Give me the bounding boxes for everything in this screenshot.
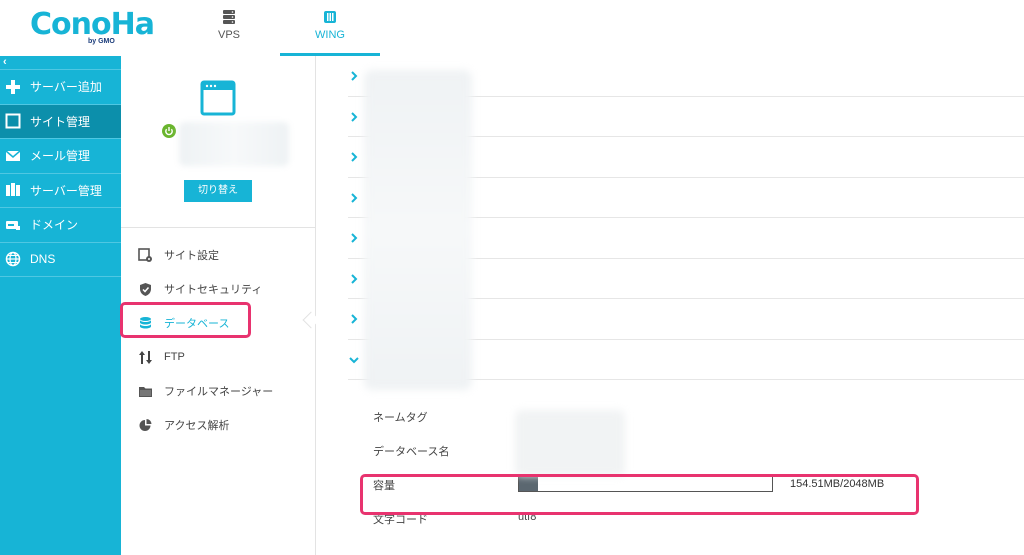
sidebar-collapse-button[interactable]: ‹ xyxy=(0,56,121,70)
chevron-right-icon xyxy=(351,152,358,162)
ftp-arrows-icon xyxy=(139,350,152,364)
chevron-right-icon xyxy=(351,71,358,81)
sidebar-item-server-management[interactable]: サーバー管理 xyxy=(0,174,121,208)
site-window-icon xyxy=(200,80,236,116)
pie-chart-icon xyxy=(139,418,152,431)
sidebar-item-dns[interactable]: DNS xyxy=(0,243,121,277)
server-manage-icon xyxy=(6,183,20,197)
menu-item-label: サイト設定 xyxy=(164,250,219,262)
wing-server-icon xyxy=(324,11,336,23)
menu-item-label: FTP xyxy=(164,351,185,363)
detail-row-db-name: データベース名 xyxy=(348,428,1024,462)
sidebar-item-label: DNS xyxy=(30,252,56,267)
sidebar-item-domain[interactable]: ドメイン xyxy=(0,208,121,243)
menu-item-label: サイトセキュリティ xyxy=(164,284,263,296)
site-card: 切り替え xyxy=(121,56,315,228)
sidebar-item-label: サーバー追加 xyxy=(30,80,102,95)
highlight-database-menu xyxy=(120,302,251,338)
chevron-right-icon xyxy=(351,233,358,243)
site-settings-icon xyxy=(138,247,152,262)
menu-item-file-manager[interactable]: ファイルマネージャー xyxy=(121,374,315,408)
globe-icon xyxy=(5,252,21,267)
sidebar-item-label: サイト管理 xyxy=(30,114,91,129)
logo-sub: by GMO xyxy=(88,38,115,45)
tab-vps[interactable]: VPS xyxy=(179,0,279,56)
plus-icon xyxy=(6,79,20,94)
sidebar-item-label: メール管理 xyxy=(30,149,91,164)
sidebar-item-add-server[interactable]: サーバー追加 xyxy=(0,70,121,105)
menu-item-access-analytics[interactable]: アクセス解析 xyxy=(121,408,315,442)
sidebar-item-label: ドメイン xyxy=(30,218,79,233)
chevron-down-icon xyxy=(349,356,359,363)
folder-icon xyxy=(139,386,152,397)
detail-row-name-tag: ネームタグ xyxy=(348,394,1024,428)
mail-icon xyxy=(5,150,21,161)
menu-item-label: ファイルマネージャー xyxy=(164,386,274,398)
chevron-right-icon xyxy=(351,314,358,324)
chevron-right-icon xyxy=(351,111,358,122)
menu-item-site-settings[interactable]: サイト設定 xyxy=(121,238,315,272)
server-icon xyxy=(223,10,235,24)
database-names-redacted xyxy=(364,70,472,390)
conoha-logo[interactable]: ConoHa by GMO xyxy=(30,8,155,48)
database-info-redacted xyxy=(515,410,625,476)
chevron-left-icon: ‹ xyxy=(3,56,7,68)
sidebar: ‹ サーバー追加 サイト管理 メール管理 サーバー管理 ドメイン DNS xyxy=(0,56,121,555)
site-name-redacted xyxy=(179,122,289,166)
tab-vps-label: VPS xyxy=(217,29,240,41)
sidebar-item-mail-management[interactable]: メール管理 xyxy=(0,139,121,174)
sidebar-item-site-management[interactable]: サイト管理 xyxy=(0,104,121,139)
shield-icon xyxy=(140,282,151,296)
domain-icon xyxy=(6,220,20,230)
db-name-label: データベース名 xyxy=(373,446,450,458)
name-tag-label: ネームタグ xyxy=(373,412,428,424)
tab-wing[interactable]: WING xyxy=(280,0,380,56)
menu-item-ftp[interactable]: FTP xyxy=(121,340,315,374)
window-icon xyxy=(5,113,21,129)
chevron-right-icon xyxy=(351,192,358,203)
menu-item-label: アクセス解析 xyxy=(164,420,230,432)
menu-item-site-security[interactable]: サイトセキュリティ xyxy=(121,272,315,306)
switch-site-button[interactable]: 切り替え xyxy=(184,180,252,202)
highlight-capacity-row xyxy=(360,474,919,515)
chevron-right-icon xyxy=(351,273,358,284)
top-header: ConoHa by GMO VPS WING xyxy=(0,0,1024,56)
tab-wing-label: WING xyxy=(315,29,345,41)
sidebar-item-label: サーバー管理 xyxy=(30,183,102,198)
logo-text: ConoHa xyxy=(30,7,155,42)
power-status-icon xyxy=(162,124,176,138)
